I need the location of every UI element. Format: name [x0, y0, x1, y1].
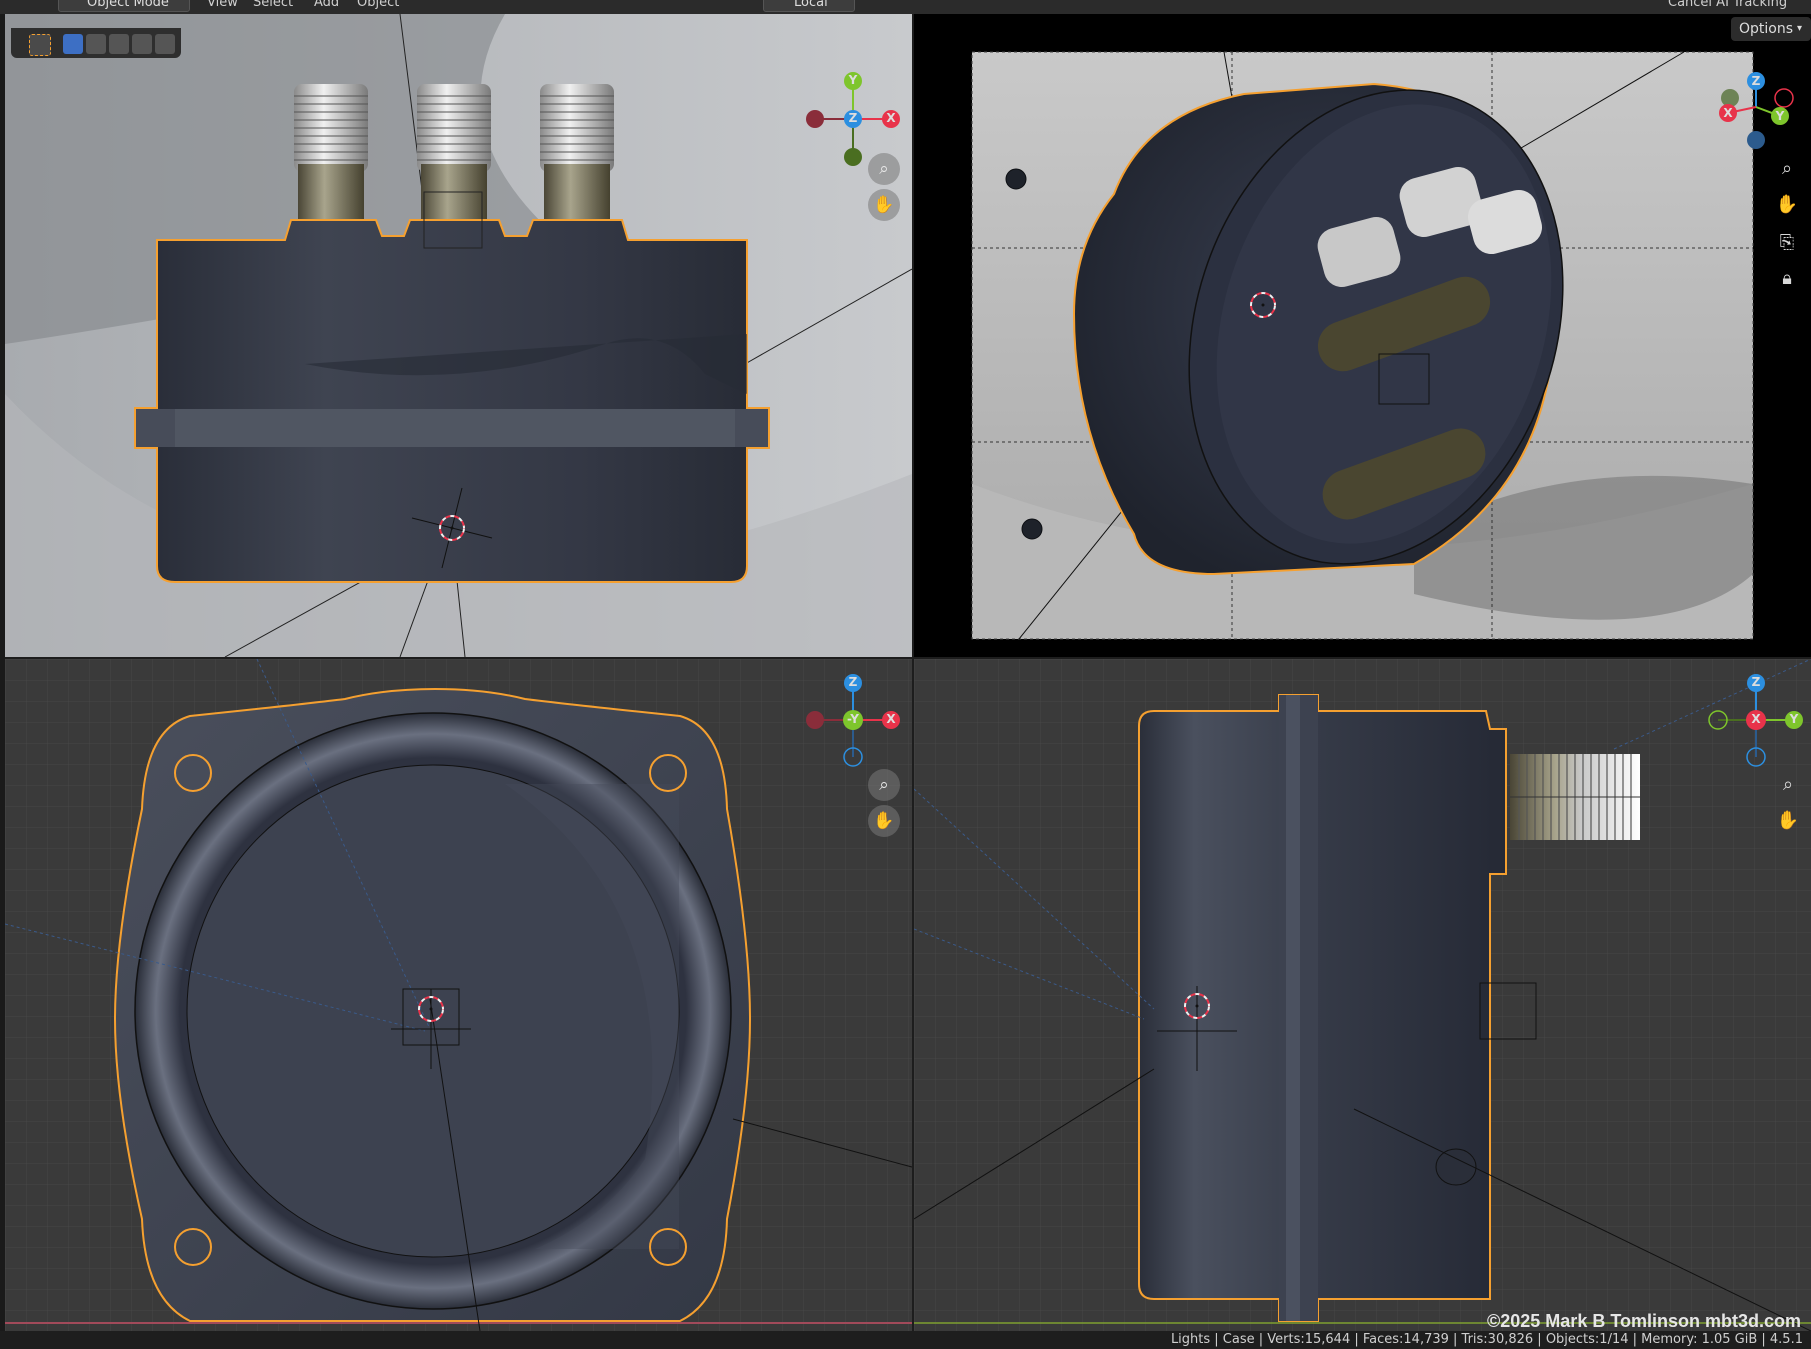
left-edge-toolbar: [0, 14, 5, 1331]
gizmo-x-label[interactable]: X: [1718, 106, 1738, 120]
gizmo-x-label[interactable]: X: [1746, 712, 1766, 726]
gizmo-z-label[interactable]: Z: [1746, 74, 1766, 88]
mode-selector[interactable]: Object Mode: [58, 0, 190, 12]
hand-pan-icon[interactable]: ✋: [1775, 192, 1799, 216]
watermark: ©2025 Mark B Tomlinson mbt3d.com: [1487, 1311, 1801, 1331]
tracking-menu[interactable]: Cancel AI Tracking: [1668, 0, 1787, 12]
viewport-front-ortho[interactable]: Z -Y X ⌕ ✋: [5, 659, 912, 1331]
viewport-camera[interactable]: Z X Y ⌕ ✋ ⎘ 🔒︎: [914, 14, 1811, 657]
menu-add[interactable]: Add: [314, 0, 339, 12]
menu-select[interactable]: Select: [253, 0, 293, 12]
zoom-icon[interactable]: ⌕: [1776, 772, 1800, 796]
select-extend-icon[interactable]: [86, 34, 106, 54]
hand-pan-icon[interactable]: ✋: [868, 805, 900, 837]
viewport-divider-vertical[interactable]: [912, 14, 914, 1331]
lock-icon[interactable]: 🔒︎: [1775, 266, 1799, 290]
zoom-icon[interactable]: ⌕: [868, 153, 900, 185]
menu-object[interactable]: Object: [357, 0, 399, 12]
chevron-down-icon: ▾: [1797, 23, 1803, 34]
scene-statistics: Lights | Case | Verts:15,644 | Faces:14,…: [1170, 1332, 1803, 1347]
select-box-icon[interactable]: [29, 34, 51, 56]
select-new-icon[interactable]: [63, 34, 83, 54]
gizmo-y-label[interactable]: Y: [843, 73, 863, 87]
transform-orientation[interactable]: Local: [763, 0, 855, 12]
gizmo-y-label[interactable]: Y: [1770, 109, 1790, 123]
menu-view[interactable]: View: [207, 0, 238, 12]
hand-pan-icon[interactable]: ✋: [868, 189, 900, 221]
zoom-icon[interactable]: ⌕: [868, 769, 900, 801]
connector-left: [294, 84, 368, 224]
mode-label: Object Mode: [87, 0, 169, 10]
connector-middle: [417, 84, 491, 224]
gizmo-neg-y-label[interactable]: -Y: [839, 712, 867, 726]
camera-view-icon[interactable]: ⎘: [1775, 230, 1799, 254]
viewport-divider-horizontal[interactable]: [0, 657, 1811, 659]
gizmo-z-label[interactable]: Z: [843, 675, 863, 689]
gizmo-x-label[interactable]: X: [881, 712, 901, 726]
status-bar: Lights | Case | Verts:15,644 | Faces:14,…: [0, 1331, 1811, 1349]
gizmo-x-label[interactable]: X: [881, 111, 901, 125]
viewport-front[interactable]: Y Z X ⌕ ✋: [5, 14, 912, 657]
gizmo-z-label[interactable]: Z: [843, 111, 863, 125]
gizmo-y-label[interactable]: Y: [1784, 712, 1804, 726]
hand-pan-icon[interactable]: ✋: [1776, 808, 1800, 832]
select-intersect-icon[interactable]: [155, 34, 175, 54]
gizmo-z-label[interactable]: Z: [1746, 675, 1766, 689]
select-invert-icon[interactable]: [132, 34, 152, 54]
transform-orientation-label: Local: [794, 0, 828, 10]
options-dropdown[interactable]: Options ▾: [1731, 17, 1811, 41]
options-label: Options: [1739, 21, 1794, 37]
viewport-header: Object Mode View Select Add Object Local…: [0, 0, 1811, 14]
connector-right: [540, 84, 614, 224]
zoom-icon[interactable]: ⌕: [1775, 156, 1799, 180]
selection-mode-toolbar: [11, 28, 181, 58]
viewport-side-ortho[interactable]: Z X Y ⌕ ✋: [914, 659, 1811, 1331]
select-subtract-icon[interactable]: [109, 34, 129, 54]
